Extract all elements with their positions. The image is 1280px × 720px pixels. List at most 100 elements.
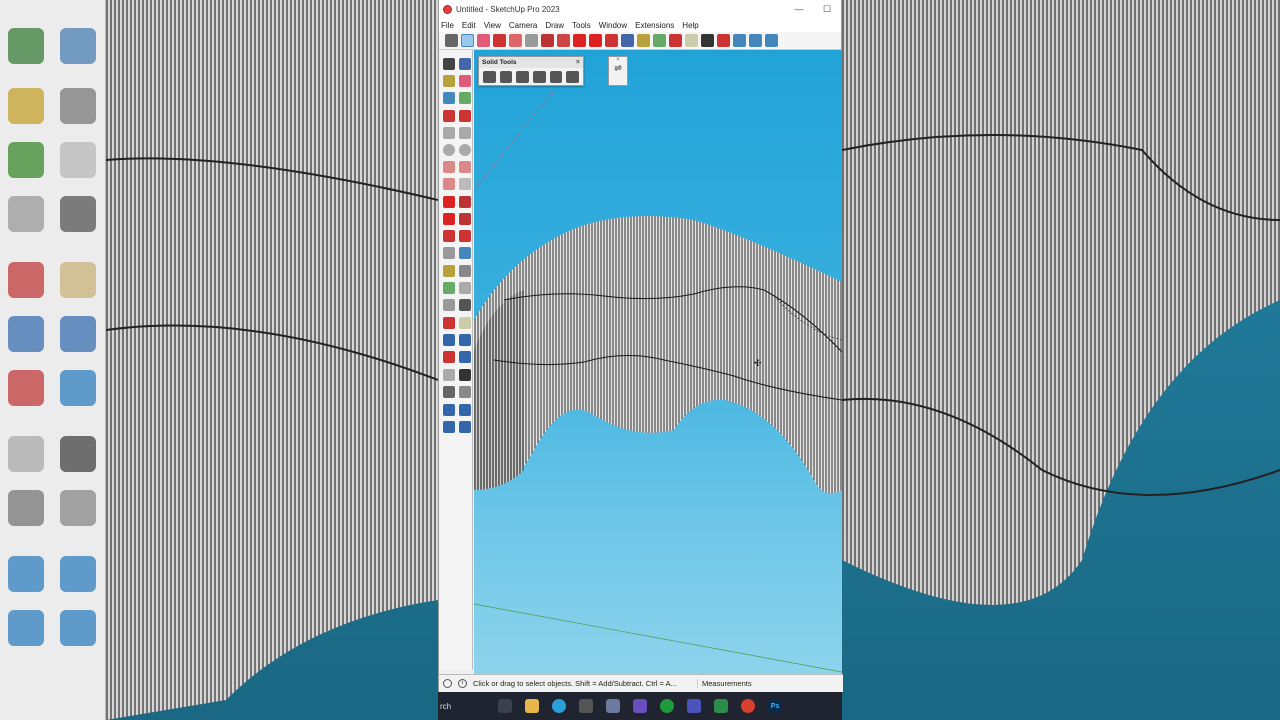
edge-icon[interactable] bbox=[552, 699, 566, 713]
task-view-icon[interactable] bbox=[498, 699, 512, 713]
erase-icon[interactable] bbox=[459, 75, 471, 87]
menu-window[interactable]: Window bbox=[599, 21, 627, 30]
two-point-arc-icon[interactable] bbox=[459, 161, 471, 173]
close-icon[interactable]: × bbox=[576, 57, 580, 68]
select-tool-icon[interactable] bbox=[461, 34, 474, 47]
tape-measure-side-icon[interactable] bbox=[443, 265, 455, 277]
orbit-side-icon[interactable] bbox=[443, 317, 455, 329]
select-icon[interactable] bbox=[443, 58, 455, 70]
xbox-icon[interactable] bbox=[660, 699, 674, 713]
arc-icon[interactable] bbox=[509, 34, 522, 47]
minimize-button[interactable]: — bbox=[785, 4, 813, 14]
geo-location-icon[interactable] bbox=[443, 679, 452, 688]
section-plane-icon[interactable] bbox=[459, 386, 471, 398]
rotated-rectangle-icon[interactable] bbox=[459, 127, 471, 139]
offset-side-icon[interactable] bbox=[459, 230, 471, 242]
menu-extensions[interactable]: Extensions bbox=[635, 21, 674, 30]
follow-me-icon[interactable] bbox=[459, 213, 471, 225]
solid-side-icon[interactable] bbox=[459, 247, 471, 259]
menu-draw[interactable]: Draw bbox=[545, 21, 564, 30]
zoom-side-icon[interactable] bbox=[443, 334, 455, 346]
rectangle-side-icon[interactable] bbox=[443, 127, 455, 139]
model-viewport[interactable]: ✣ Solid Tools × × ⇌ bbox=[474, 50, 842, 674]
line-icon[interactable] bbox=[443, 110, 455, 122]
menu-view[interactable]: View bbox=[484, 21, 501, 30]
polygon-icon[interactable] bbox=[459, 144, 471, 156]
outer-shell-icon[interactable] bbox=[443, 247, 455, 259]
menu-help[interactable]: Help bbox=[682, 21, 698, 30]
visual-studio-icon[interactable] bbox=[633, 699, 647, 713]
teams-icon[interactable] bbox=[687, 699, 701, 713]
paint-bucket-icon[interactable] bbox=[653, 34, 666, 47]
drape-icon[interactable] bbox=[459, 421, 471, 433]
scale-icon[interactable] bbox=[605, 34, 618, 47]
photoshop-icon[interactable]: Ps bbox=[768, 699, 782, 713]
file-explorer-icon[interactable] bbox=[525, 699, 539, 713]
menu-tools[interactable]: Tools bbox=[572, 21, 591, 30]
scale-side-icon[interactable] bbox=[443, 230, 455, 242]
offset-icon[interactable] bbox=[557, 34, 570, 47]
zoom-icon[interactable] bbox=[701, 34, 714, 47]
bg-section-icon bbox=[60, 196, 96, 232]
look-around-icon[interactable] bbox=[443, 386, 455, 398]
3d-text-icon[interactable] bbox=[459, 299, 471, 311]
outer-shell-tool-icon[interactable] bbox=[483, 71, 496, 83]
menu-edit[interactable]: Edit bbox=[462, 21, 476, 30]
tape-measure-icon[interactable] bbox=[637, 34, 650, 47]
protractor-icon[interactable] bbox=[443, 282, 455, 294]
pie-icon[interactable] bbox=[459, 178, 471, 190]
axes-icon[interactable] bbox=[443, 299, 455, 311]
sandbox-from-contours-icon[interactable] bbox=[733, 34, 746, 47]
union-tool-icon[interactable] bbox=[516, 71, 530, 83]
store-icon[interactable] bbox=[606, 699, 620, 713]
circle-icon[interactable] bbox=[443, 144, 455, 156]
terminal-icon[interactable] bbox=[714, 699, 728, 713]
position-camera-icon[interactable] bbox=[443, 369, 455, 381]
zoom-extents-side-icon[interactable] bbox=[443, 351, 455, 363]
smoove-icon[interactable] bbox=[765, 34, 778, 47]
pencil-side-icon[interactable] bbox=[459, 92, 471, 104]
sandbox-scratch-side-icon[interactable] bbox=[459, 404, 471, 416]
paint-icon[interactable] bbox=[443, 75, 455, 87]
push-pull-icon[interactable] bbox=[541, 34, 554, 47]
split-tool-icon[interactable] bbox=[566, 71, 580, 83]
move-icon[interactable] bbox=[573, 34, 586, 47]
search-icon[interactable] bbox=[445, 34, 458, 47]
pencil-icon[interactable] bbox=[493, 34, 506, 47]
taskbar-search[interactable]: rch bbox=[438, 702, 498, 711]
three-point-arc-icon[interactable] bbox=[443, 178, 455, 190]
tag-icon[interactable] bbox=[443, 92, 455, 104]
pan-icon[interactable] bbox=[685, 34, 698, 47]
make-component-icon[interactable] bbox=[459, 58, 471, 70]
stamp-icon[interactable] bbox=[443, 421, 455, 433]
component-icon[interactable] bbox=[621, 34, 634, 47]
sandbox-from-scratch-icon[interactable] bbox=[749, 34, 762, 47]
intersect-tool-icon[interactable] bbox=[499, 71, 513, 83]
settings-icon[interactable] bbox=[579, 699, 593, 713]
arc-side-icon[interactable] bbox=[443, 161, 455, 173]
pan-side-icon[interactable] bbox=[459, 317, 471, 329]
previous-view-icon[interactable] bbox=[459, 351, 471, 363]
text-icon[interactable] bbox=[459, 282, 471, 294]
eraser-icon[interactable] bbox=[477, 34, 490, 47]
move-side-icon[interactable] bbox=[443, 196, 455, 208]
menu-camera[interactable]: Camera bbox=[509, 21, 537, 30]
zoom-window-side-icon[interactable] bbox=[459, 334, 471, 346]
info-icon[interactable]: i bbox=[458, 679, 467, 688]
sandbox-contours-side-icon[interactable] bbox=[443, 404, 455, 416]
push-pull-side-icon[interactable] bbox=[459, 196, 471, 208]
trim-tool-icon[interactable] bbox=[549, 71, 563, 83]
freehand-icon[interactable] bbox=[459, 110, 471, 122]
subtract-tool-icon[interactable] bbox=[533, 71, 546, 83]
chrome-icon[interactable] bbox=[741, 699, 755, 713]
rotate-side-icon[interactable] bbox=[443, 213, 455, 225]
menu-file[interactable]: File bbox=[441, 21, 454, 30]
dimension-icon[interactable] bbox=[459, 265, 471, 277]
rotate-icon[interactable] bbox=[589, 34, 602, 47]
zoom-extents-icon[interactable] bbox=[717, 34, 730, 47]
maximize-button[interactable]: ☐ bbox=[813, 4, 841, 15]
rectangle-icon[interactable] bbox=[525, 34, 538, 47]
walk-icon[interactable] bbox=[459, 369, 471, 381]
orbit-icon[interactable] bbox=[669, 34, 682, 47]
reload-icon[interactable]: ⇌ bbox=[609, 63, 627, 74]
